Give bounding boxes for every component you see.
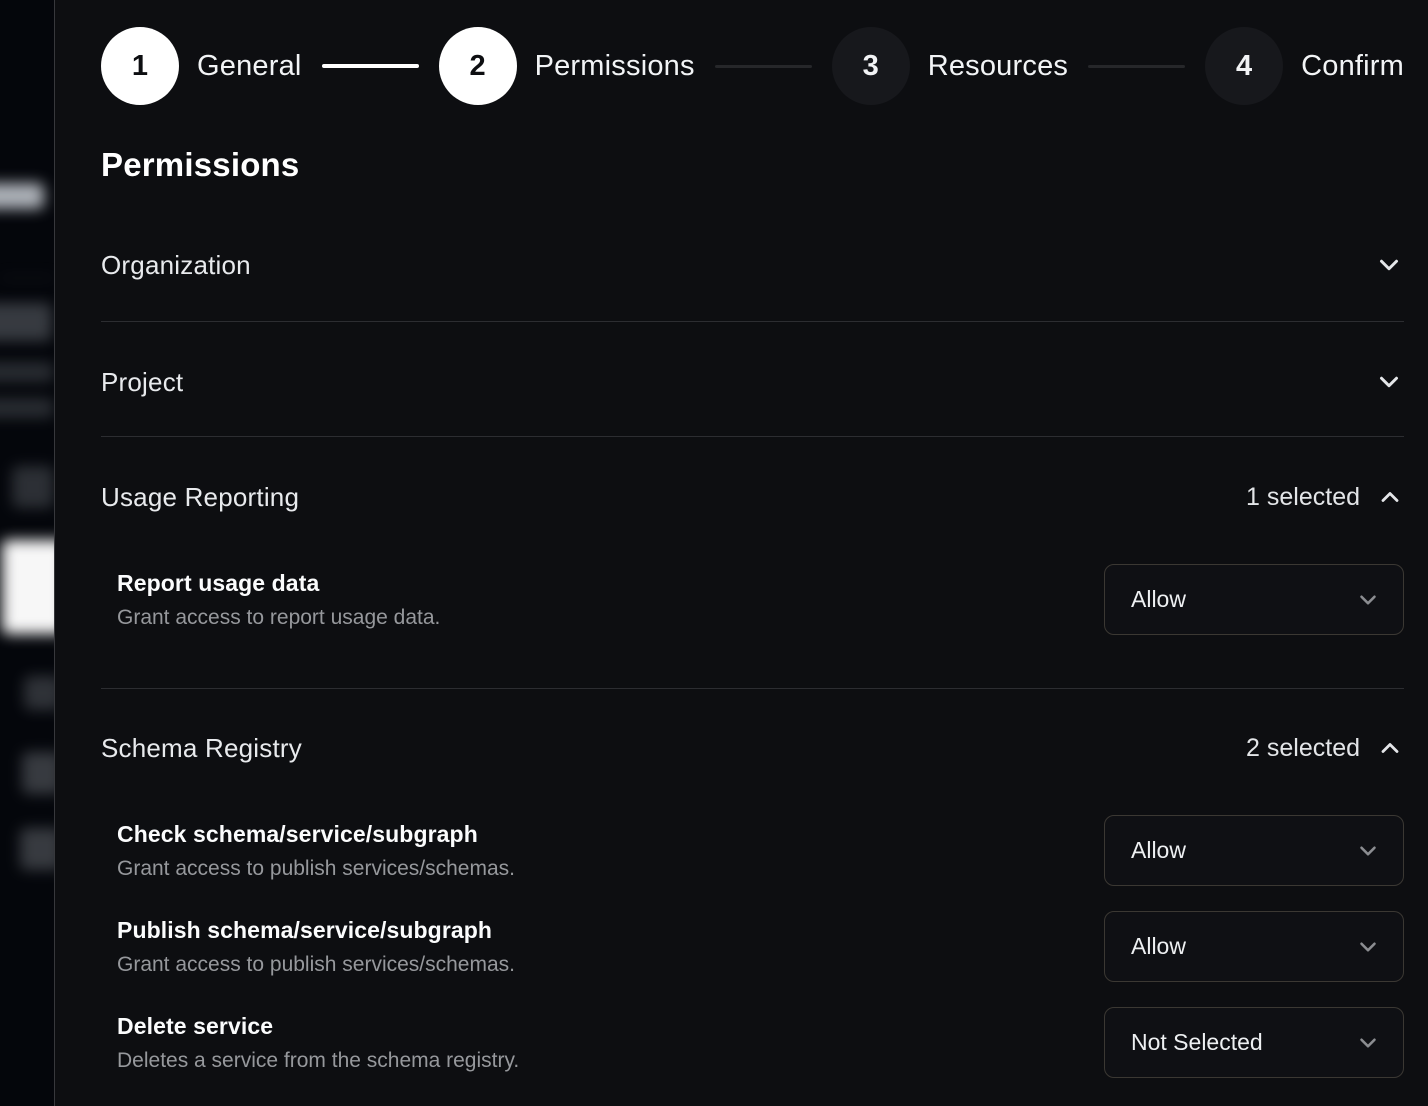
permission-title: Check schema/service/subgraph bbox=[117, 821, 515, 848]
permission-description: Grant access to publish services/schemas… bbox=[117, 857, 515, 881]
chevron-down-icon[interactable] bbox=[1374, 250, 1404, 280]
permission-select-delete-service[interactable]: Not Selected bbox=[1104, 1007, 1404, 1078]
step-connector bbox=[1088, 65, 1185, 68]
section-project[interactable]: Project bbox=[101, 366, 1404, 398]
sidebar-blur-blob bbox=[0, 362, 54, 382]
step-number-badge[interactable]: 4 bbox=[1205, 27, 1283, 105]
permission-title: Delete service bbox=[117, 1013, 519, 1040]
permission-select-report-usage-data[interactable]: Allow bbox=[1104, 564, 1404, 635]
step-connector bbox=[715, 65, 812, 68]
section-title: Schema Registry bbox=[101, 733, 302, 764]
sidebar-blur-blob bbox=[0, 303, 52, 341]
permission-title: Report usage data bbox=[117, 570, 440, 597]
permission-select-check-schema[interactable]: Allow bbox=[1104, 815, 1404, 886]
sidebar-blur-blob bbox=[24, 676, 55, 710]
section-organization[interactable]: Organization bbox=[101, 249, 1404, 281]
section-divider bbox=[101, 688, 1404, 689]
selected-count-badge: 1 selected bbox=[1246, 483, 1360, 512]
step-number-badge[interactable]: 1 bbox=[101, 27, 179, 105]
chevron-down-icon bbox=[1355, 587, 1381, 613]
sidebar-blur-blob bbox=[12, 466, 54, 508]
sidebar-blur-blob bbox=[0, 183, 44, 209]
section-divider bbox=[101, 321, 1404, 322]
step-resources[interactable]: 3 Resources bbox=[832, 27, 1068, 105]
chevron-down-icon[interactable] bbox=[1374, 367, 1404, 397]
sidebar-blur-blob bbox=[0, 398, 54, 418]
section-title: Organization bbox=[101, 250, 251, 281]
chevron-down-icon bbox=[1355, 1030, 1381, 1056]
chevron-down-icon bbox=[1355, 934, 1381, 960]
permission-description: Grant access to publish services/schemas… bbox=[117, 953, 515, 977]
step-label: Confirm bbox=[1301, 50, 1404, 83]
select-value: Allow bbox=[1131, 933, 1186, 960]
section-schema-registry[interactable]: Schema Registry 2 selected bbox=[101, 732, 1404, 764]
wizard-panel: 1 General 2 Permissions 3 Resources 4 Co… bbox=[56, 0, 1428, 1106]
sidebar-blur-divider bbox=[0, 277, 55, 279]
step-general[interactable]: 1 General bbox=[101, 27, 302, 105]
select-value: Not Selected bbox=[1131, 1029, 1263, 1056]
permission-row-delete-service: Delete service Deletes a service from th… bbox=[101, 1007, 1404, 1078]
step-label: Resources bbox=[928, 50, 1068, 83]
step-number-badge[interactable]: 2 bbox=[439, 27, 517, 105]
chevron-up-icon[interactable] bbox=[1376, 483, 1404, 511]
select-value: Allow bbox=[1131, 837, 1186, 864]
section-title: Usage Reporting bbox=[101, 482, 299, 513]
step-label: Permissions bbox=[535, 50, 695, 83]
permission-title: Publish schema/service/subgraph bbox=[117, 917, 515, 944]
sidebar-blur-blob bbox=[20, 828, 55, 870]
select-value: Allow bbox=[1131, 586, 1186, 613]
step-connector bbox=[322, 64, 419, 68]
step-number-badge[interactable]: 3 bbox=[832, 27, 910, 105]
step-confirm[interactable]: 4 Confirm bbox=[1205, 27, 1404, 105]
permission-row-publish-schema: Publish schema/service/subgraph Grant ac… bbox=[101, 911, 1404, 982]
selected-count-badge: 2 selected bbox=[1246, 734, 1360, 763]
section-usage-reporting[interactable]: Usage Reporting 1 selected bbox=[101, 481, 1404, 513]
step-label: General bbox=[197, 50, 302, 83]
app-sidebar-blurred bbox=[0, 0, 55, 1106]
permission-row-check-schema: Check schema/service/subgraph Grant acce… bbox=[101, 815, 1404, 886]
section-divider bbox=[101, 436, 1404, 437]
sidebar-blur-blob bbox=[22, 752, 55, 794]
chevron-up-icon[interactable] bbox=[1376, 734, 1404, 762]
wizard-stepper: 1 General 2 Permissions 3 Resources 4 Co… bbox=[101, 27, 1404, 105]
permission-row-report-usage-data: Report usage data Grant access to report… bbox=[101, 564, 1404, 635]
chevron-down-icon bbox=[1355, 838, 1381, 864]
permission-description: Deletes a service from the schema regist… bbox=[117, 1049, 519, 1073]
step-permissions[interactable]: 2 Permissions bbox=[439, 27, 695, 105]
permission-description: Grant access to report usage data. bbox=[117, 606, 440, 630]
permission-select-publish-schema[interactable]: Allow bbox=[1104, 911, 1404, 982]
page-title: Permissions bbox=[101, 146, 1404, 184]
section-title: Project bbox=[101, 367, 183, 398]
sidebar-blur-highlight bbox=[2, 540, 55, 634]
